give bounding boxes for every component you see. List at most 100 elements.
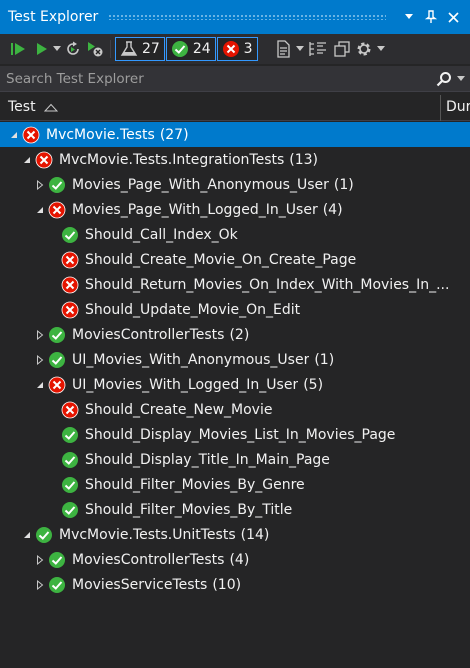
passed-tests-filter[interactable]: 24 [165,37,216,61]
test-name: Should_Filter_Movies_By_Title [85,501,293,518]
passed-icon [61,501,79,519]
close-icon[interactable] [444,7,462,27]
collapsed-arrow-icon[interactable] [34,179,46,191]
tree-row[interactable]: Should_Update_Movie_On_Edit [0,297,470,322]
copy-icon[interactable] [331,37,353,61]
failed-tests-count: 3 [243,41,253,57]
flask-icon [120,41,138,56]
tree-row[interactable]: MvcMovie.Tests (27) [0,122,470,147]
test-count: (4) [322,201,343,218]
collapsed-arrow-icon[interactable] [34,554,46,566]
passed-icon [61,426,79,444]
settings-dropdown-chevron-icon[interactable] [375,37,387,61]
tree-row[interactable]: MvcMovie.Tests.IntegrationTests (13) [0,147,470,172]
tree-row[interactable]: Movies_Page_With_Anonymous_User (1) [0,172,470,197]
column-divider[interactable] [440,95,441,121]
test-name: Should_Create_New_Movie [85,401,273,418]
tree-row[interactable]: Should_Return_Movies_On_Index_With_Movie… [0,272,470,297]
duration-column-header[interactable]: Duration [446,99,470,115]
passed-icon [35,526,53,544]
test-count: (4) [229,551,250,568]
group-by-icon[interactable] [305,37,331,61]
failed-icon [22,126,40,144]
collapsed-arrow-icon[interactable] [34,354,46,366]
test-name: MvcMovie.Tests.UnitTests [59,526,236,543]
test-name: Should_Display_Title_In_Main_Page [85,451,330,468]
tree-row[interactable]: MoviesControllerTests (4) [0,547,470,572]
passed-tests-count: 24 [192,41,211,57]
search-input[interactable] [0,65,436,92]
expanded-arrow-icon[interactable] [8,129,20,141]
test-count: (1) [314,351,335,368]
passed-icon [48,551,66,569]
tree-row[interactable]: Should_Display_Title_In_Main_Page [0,447,470,472]
run-dropdown-chevron-icon[interactable] [52,37,62,61]
expanded-arrow-icon[interactable] [34,379,46,391]
tree-row[interactable]: MoviesServiceTests (10) [0,572,470,597]
window-title: Test Explorer [8,9,99,25]
tree-row[interactable]: Should_Create_Movie_On_Create_Page [0,247,470,272]
tree-row[interactable]: Should_Display_Movies_List_In_Movies_Pag… [0,422,470,447]
expanded-arrow-icon[interactable] [21,154,33,166]
test-name: MoviesControllerTests [72,326,225,343]
column-header: Test Duration [0,95,470,121]
test-name: UI_Movies_With_Anonymous_User [72,351,310,368]
expanded-arrow-icon[interactable] [34,204,46,216]
run-icon[interactable] [30,37,52,61]
tree-row[interactable]: Should_Create_New_Movie [0,397,470,422]
search-icon[interactable] [436,71,452,87]
failed-icon [35,151,53,169]
passed-icon [48,176,66,194]
tree-row[interactable]: Should_Call_Index_Ok [0,222,470,247]
passed-icon [171,41,188,57]
run-all-icon[interactable] [8,37,30,61]
test-name: MvcMovie.Tests [46,126,155,143]
sort-ascending-icon [43,103,58,111]
search-options-chevron-icon[interactable] [456,75,466,82]
test-count: (1) [333,176,354,193]
test-count: (2) [229,326,250,343]
test-name: MoviesControllerTests [72,551,225,568]
title-bar: Test Explorer [0,0,470,34]
collapsed-arrow-icon[interactable] [34,579,46,591]
toolbar: 27 24 3 [0,34,470,64]
playlist-dropdown-chevron-icon[interactable] [295,37,305,61]
passed-icon [61,476,79,494]
failed-icon [61,401,79,419]
window-options-chevron-icon[interactable] [400,7,418,27]
pin-icon[interactable] [422,7,440,27]
tree-row[interactable]: UI_Movies_With_Anonymous_User (1) [0,347,470,372]
total-tests-filter[interactable]: 27 [115,37,165,61]
playlist-icon[interactable] [271,37,295,61]
gear-icon[interactable] [353,37,375,61]
tree-row[interactable]: Should_Filter_Movies_By_Genre [0,472,470,497]
failed-icon [48,201,66,219]
test-count: (27) [159,126,189,143]
test-column-header[interactable]: Test [8,99,58,115]
passed-icon [48,351,66,369]
test-name: Should_Create_Movie_On_Create_Page [85,251,357,268]
tree-row[interactable]: Movies_Page_With_Logged_In_User (4) [0,197,470,222]
tree-row[interactable]: Should_Filter_Movies_By_Title [0,497,470,522]
test-name: MoviesServiceTests [72,576,208,593]
cancel-run-icon[interactable] [84,37,106,61]
tree-row[interactable]: UI_Movies_With_Logged_In_User (5) [0,372,470,397]
failed-icon [61,251,79,269]
title-bar-grip[interactable] [108,14,386,20]
expanded-arrow-icon[interactable] [21,529,33,541]
collapsed-arrow-icon[interactable] [34,329,46,341]
repeat-last-run-icon[interactable] [62,37,84,61]
passed-icon [61,226,79,244]
tree-row[interactable]: MoviesControllerTests (2) [0,322,470,347]
tree-row[interactable]: MvcMovie.Tests.UnitTests (14) [0,522,470,547]
failed-tests-filter[interactable]: 3 [216,37,258,61]
search-bar [0,65,470,92]
test-name: Should_Display_Movies_List_In_Movies_Pag… [85,426,396,443]
